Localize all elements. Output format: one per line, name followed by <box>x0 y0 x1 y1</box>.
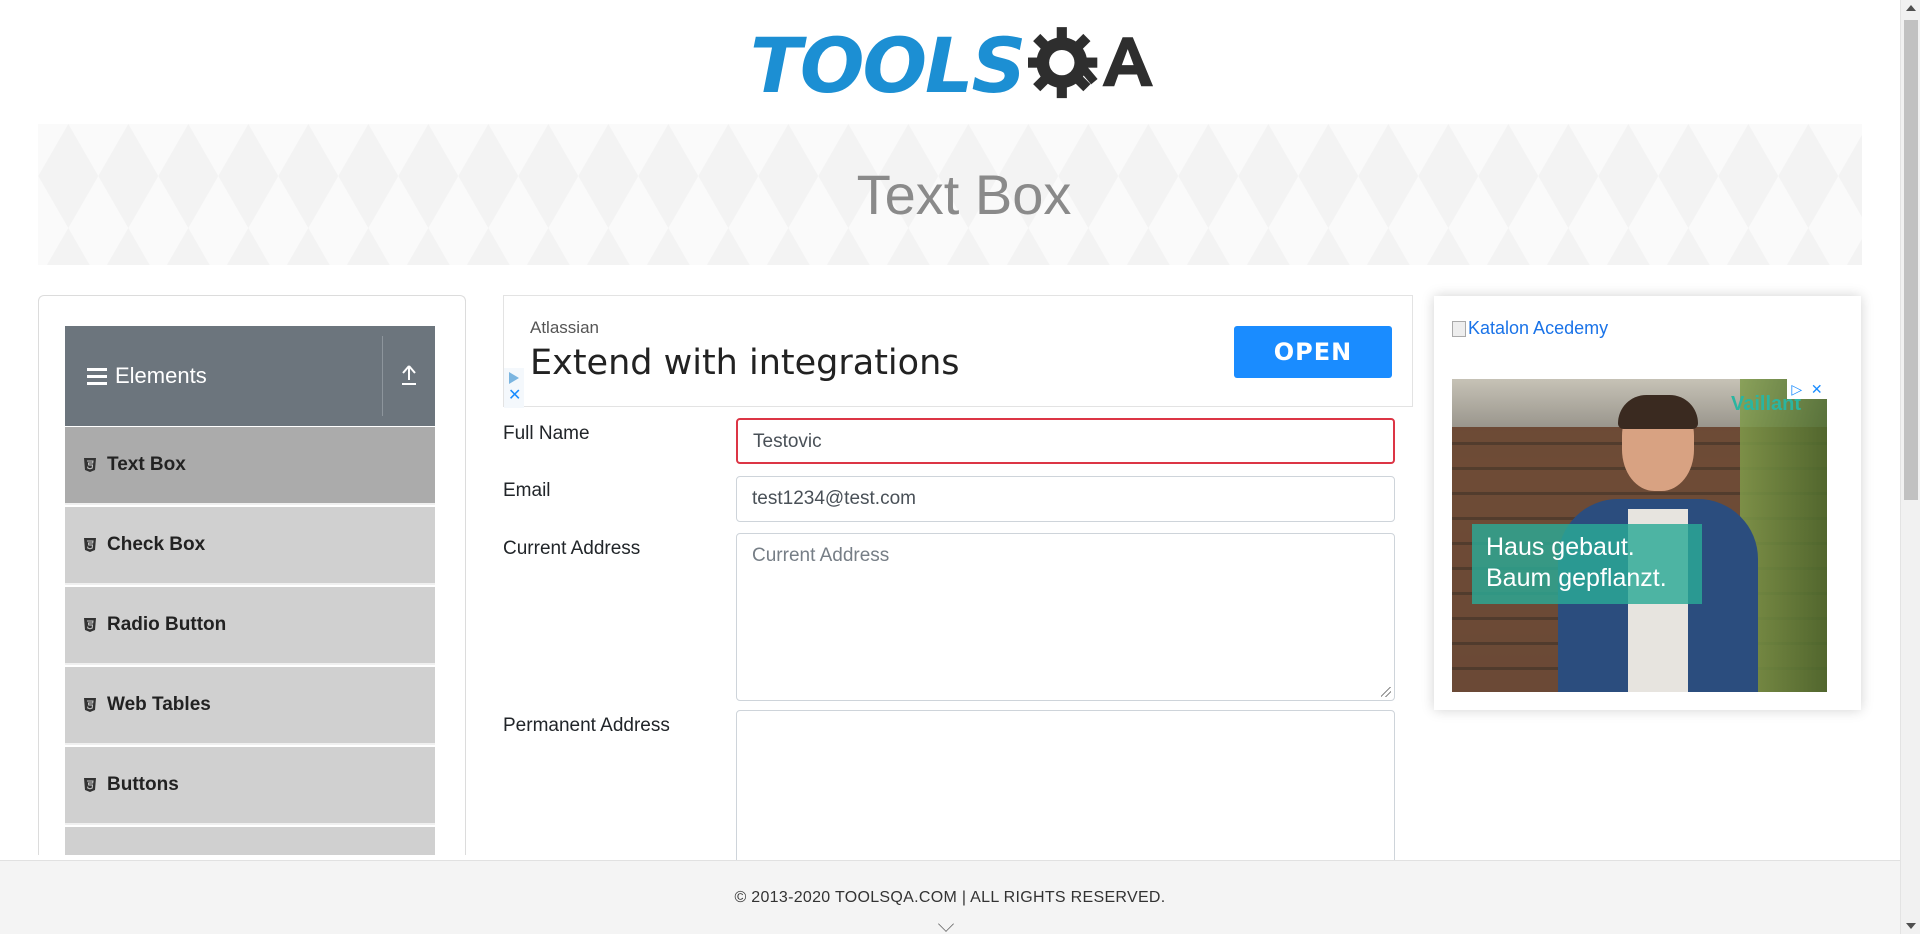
adchoices-icon[interactable] <box>509 372 519 384</box>
ad-caption-line2: Baum gepflanzt. <box>1486 564 1667 592</box>
html5-icon <box>84 618 96 632</box>
html5-icon <box>84 698 96 712</box>
sidebar-item-label: Radio Button <box>107 614 227 635</box>
email-label: Email <box>503 480 551 501</box>
ad-headline[interactable]: Extend with integrations <box>530 343 960 383</box>
permanent-address-textarea[interactable] <box>736 710 1395 870</box>
email-input[interactable]: test1234@test.com <box>736 476 1395 522</box>
sidebar-item-text-box[interactable]: Text Box <box>65 427 435 505</box>
sidebar-item-check-box[interactable]: Check Box <box>65 507 435 585</box>
email-value: test1234@test.com <box>752 488 916 509</box>
logo-text: TOOLS <box>750 21 1026 110</box>
side-ad[interactable]: Katalon Acedemy Haus gebaut. Baum gepfla… <box>1434 296 1861 710</box>
scroll-up-arrow-icon[interactable] <box>1906 5 1916 11</box>
ad-controls[interactable]: ▷ ✕ <box>1787 379 1827 399</box>
sidebar-item-partial[interactable] <box>65 827 435 855</box>
sidebar-item-radio-button[interactable]: Radio Button <box>65 587 435 665</box>
scroll-down-arrow-icon[interactable] <box>1906 923 1916 929</box>
sidebar-item-buttons[interactable]: Buttons <box>65 747 435 825</box>
full-name-value: Testovic <box>753 431 822 452</box>
katalon-academy-text: Katalon Acedemy <box>1468 318 1609 338</box>
current-address-label: Current Address <box>503 538 641 559</box>
ad-open-button[interactable]: OPEN <box>1234 326 1392 378</box>
page-footer: © 2013-2020 TOOLSQA.COM | ALL RIGHTS RES… <box>0 860 1900 934</box>
hamburger-icon <box>87 367 107 385</box>
sidebar-item-label: Text Box <box>107 454 186 475</box>
sidebar-group-header-elements[interactable]: Elements <box>65 326 435 426</box>
header-divider <box>382 336 383 416</box>
page-banner: Text Box <box>38 124 1862 265</box>
ad-choices[interactable]: ✕ <box>504 368 524 408</box>
full-name-label: Full Name <box>503 423 590 444</box>
sidebar-item-label: Buttons <box>107 774 179 795</box>
full-name-input[interactable]: Testovic <box>736 418 1395 464</box>
html5-icon <box>84 458 96 472</box>
ad-caption-line1: Haus gebaut. <box>1486 533 1635 561</box>
html5-icon <box>84 778 96 792</box>
page-title: Text Box <box>856 163 1072 226</box>
ad-person-hair <box>1618 395 1698 429</box>
current-address-textarea[interactable]: Current Address <box>736 533 1395 701</box>
html5-icon <box>84 538 96 552</box>
chevron-down-icon[interactable] <box>938 916 954 932</box>
logo-gear-q-a-icon <box>1028 27 1154 99</box>
ad-caption: Haus gebaut. Baum gepflanzt. <box>1472 524 1702 604</box>
ad-close-icon[interactable]: ✕ <box>508 388 521 404</box>
ad-banner[interactable]: Atlassian Extend with integrations OPEN … <box>503 295 1413 408</box>
ad-close-icon[interactable]: ✕ <box>1811 381 1823 398</box>
vaillant-ad-image[interactable]: Haus gebaut. Baum gepflanzt. Vaillant ▷ … <box>1452 379 1827 692</box>
page-scrollbar[interactable] <box>1900 0 1920 934</box>
scrollbar-thumb[interactable] <box>1904 20 1918 500</box>
current-address-placeholder: Current Address <box>752 545 890 566</box>
copyright-text: © 2013-2020 TOOLSQA.COM | ALL RIGHTS RES… <box>734 889 1166 906</box>
permanent-address-label: Permanent Address <box>503 715 670 736</box>
site-logo[interactable]: TOOLS <box>750 18 1155 114</box>
broken-image-icon <box>1452 320 1466 337</box>
sidebar-item-label: Check Box <box>107 534 206 555</box>
sidebar-panel: Elements Text Box Check Box Radio Button… <box>38 295 466 855</box>
sidebar-item-web-tables[interactable]: Web Tables <box>65 667 435 745</box>
collapse-arrow-icon[interactable] <box>397 364 421 388</box>
sidebar-group-title: Elements <box>115 363 207 388</box>
ad-advertiser: Atlassian <box>530 318 599 337</box>
katalon-academy-link[interactable]: Katalon Acedemy <box>1452 318 1608 339</box>
adchoices-icon[interactable]: ▷ <box>1791 381 1802 398</box>
resize-handle-icon[interactable] <box>1381 687 1391 697</box>
sidebar-item-label: Web Tables <box>107 694 211 715</box>
